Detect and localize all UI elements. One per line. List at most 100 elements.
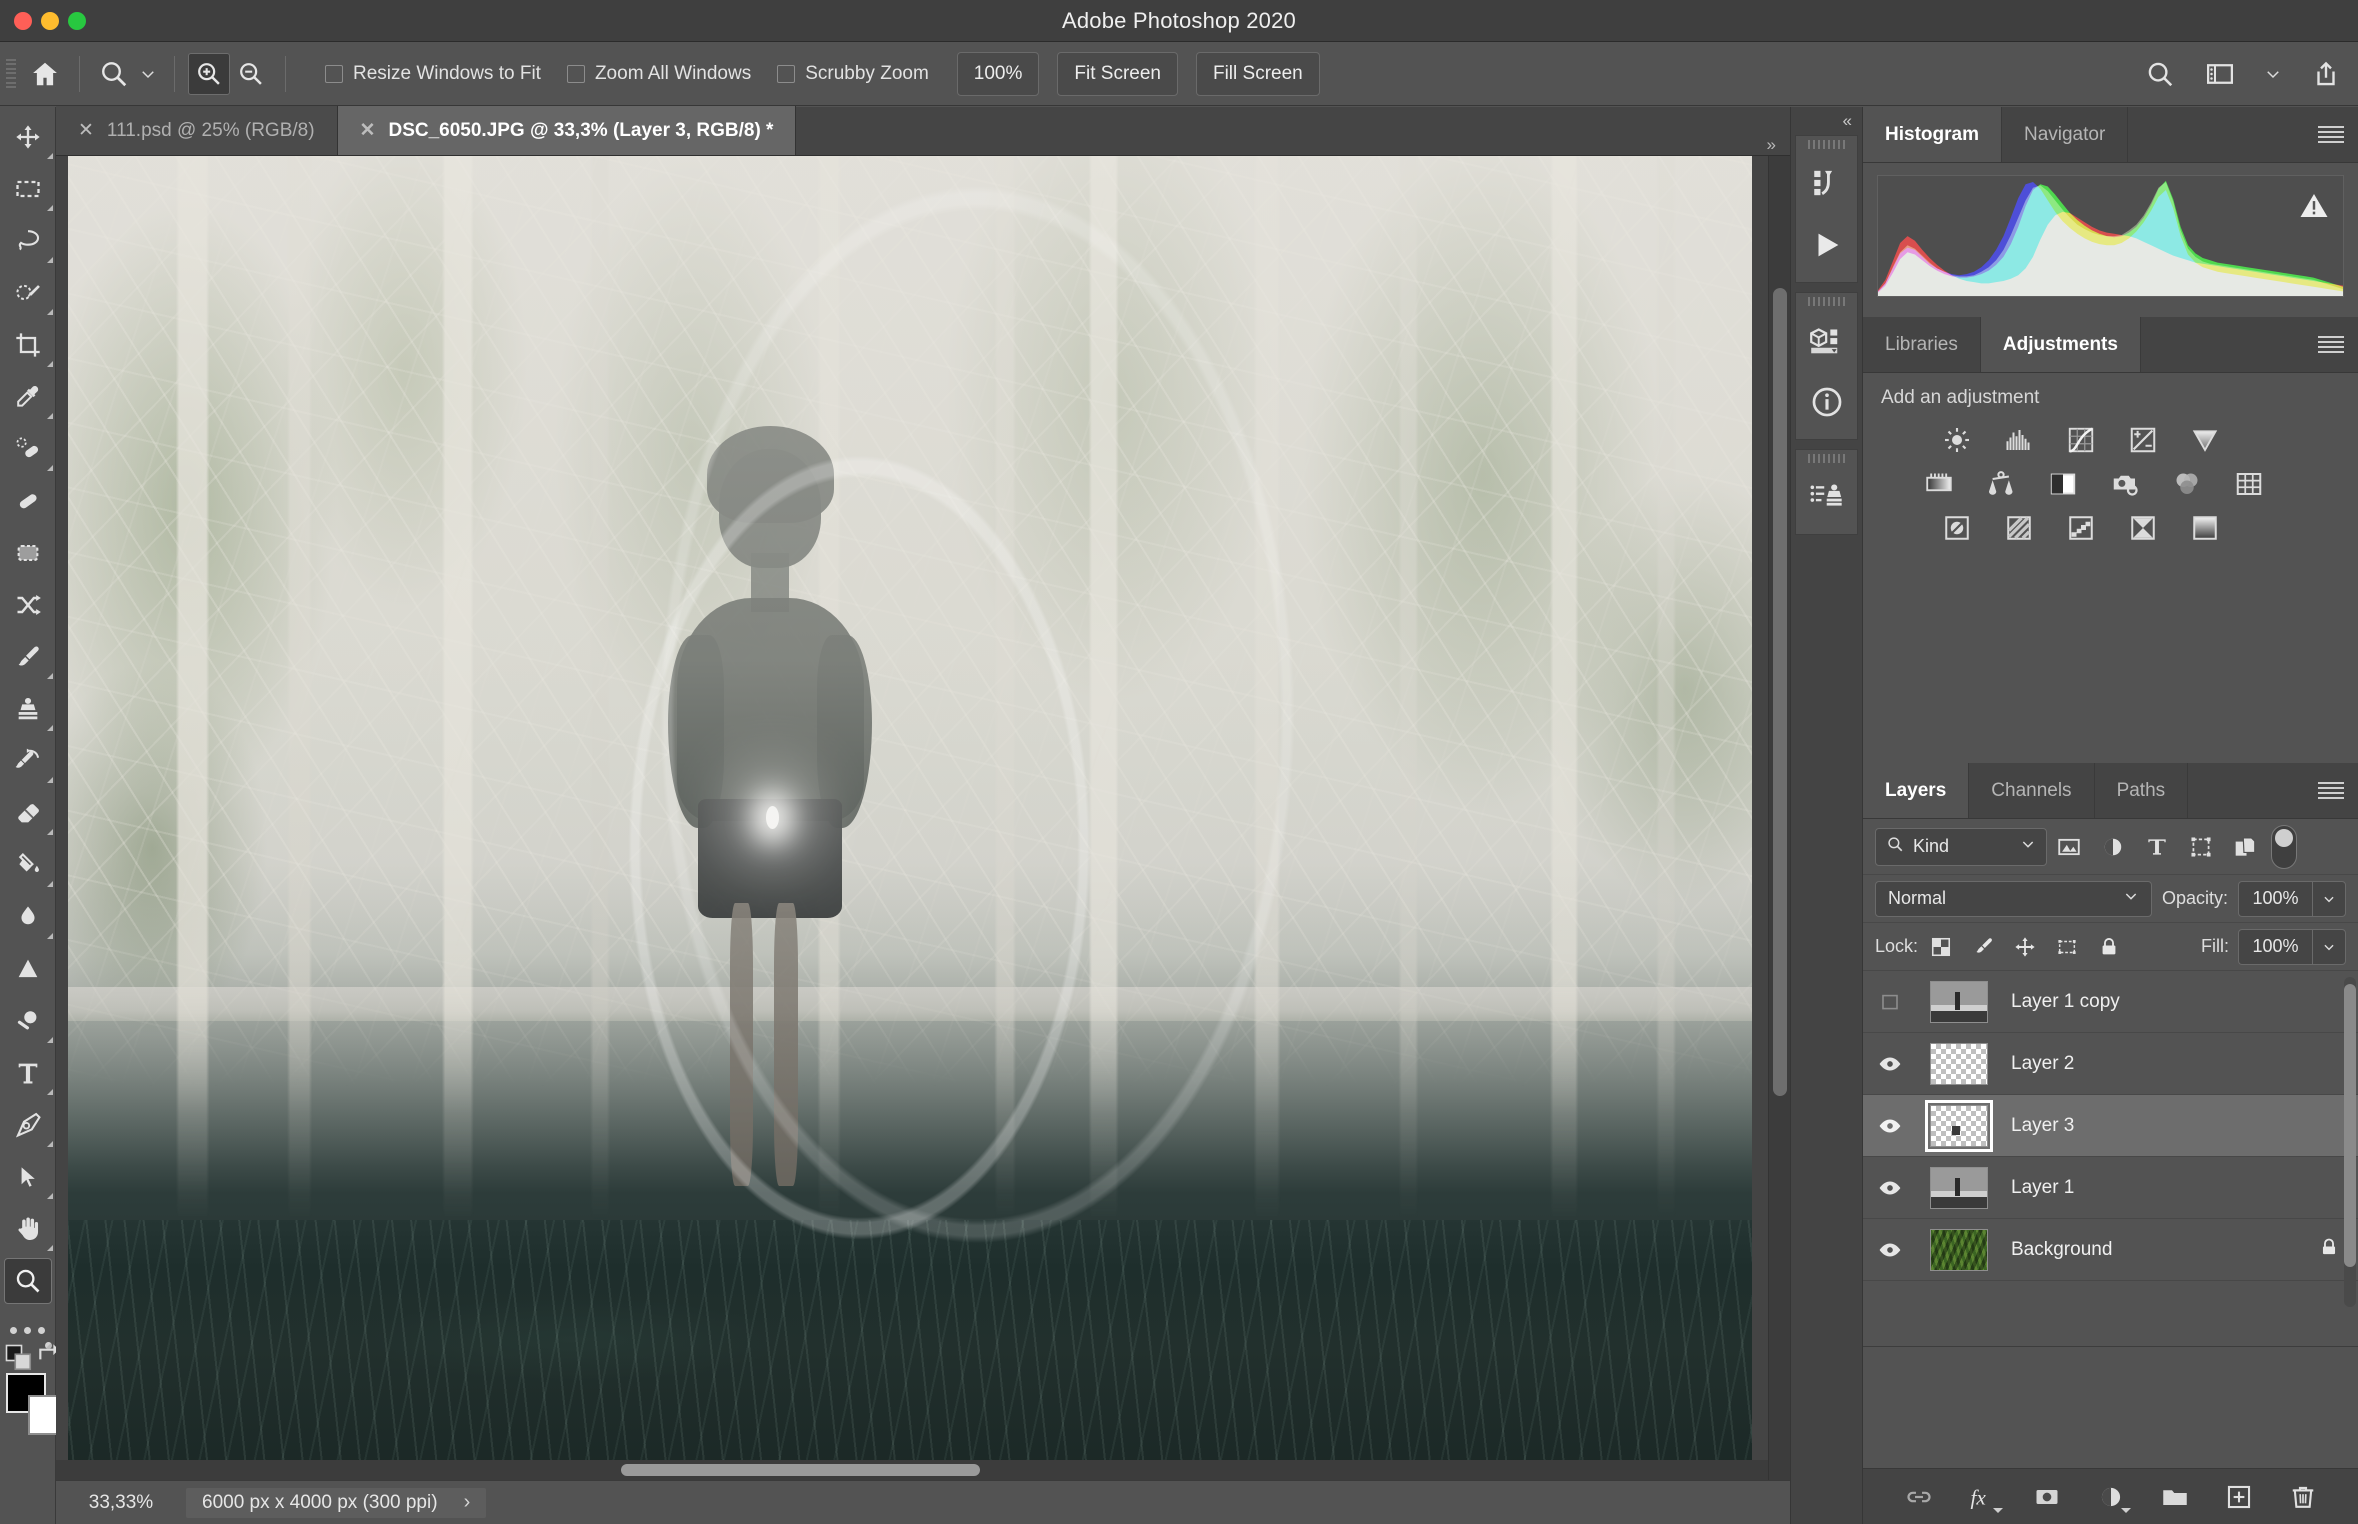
hand-tool[interactable] xyxy=(0,1203,56,1255)
tab-channels[interactable]: Channels xyxy=(1969,763,2095,818)
resize-windows-to-fit-checkbox[interactable]: Resize Windows to Fit xyxy=(325,63,541,85)
black-white-icon[interactable] xyxy=(2045,467,2081,501)
zoom-in-icon[interactable] xyxy=(188,52,230,95)
patch-tool[interactable] xyxy=(0,475,56,527)
layer-visibility-toggle[interactable] xyxy=(1863,1113,1917,1139)
info-icon[interactable] xyxy=(1796,371,1857,433)
blend-mode-select[interactable]: Normal xyxy=(1875,880,2152,917)
share-icon[interactable] xyxy=(2306,53,2346,95)
add-layer-mask-icon[interactable] xyxy=(2025,1477,2069,1517)
layer-thumbnail[interactable] xyxy=(1917,980,2001,1023)
layer-list[interactable]: Layer 1 copy Layer 2 Layer 3 Layer 1 Bac… xyxy=(1863,971,2358,1347)
opacity-value[interactable]: 100% xyxy=(2238,880,2312,917)
filter-type-icon[interactable] xyxy=(2135,827,2179,867)
panel-menu-icon[interactable] xyxy=(2318,781,2344,800)
layer-visibility-toggle[interactable] xyxy=(1863,1051,1917,1077)
move-tool[interactable] xyxy=(0,111,56,163)
workspace-icon[interactable] xyxy=(2200,53,2240,95)
horizontal-scrollbar-thumb[interactable] xyxy=(620,1464,981,1476)
cached-data-warning-icon[interactable] xyxy=(2299,192,2329,224)
table-row[interactable]: Background xyxy=(1863,1219,2358,1281)
panel-menu-icon[interactable] xyxy=(2318,335,2344,354)
threshold-icon[interactable] xyxy=(2063,511,2099,545)
canvas-horizontal-scrollbar[interactable] xyxy=(56,1460,1768,1480)
paint-bucket-tool[interactable] xyxy=(0,839,56,891)
clone-stamp-tool[interactable] xyxy=(0,683,56,735)
layer-name[interactable]: Layer 1 copy xyxy=(2011,991,2120,1013)
brightness-contrast-icon[interactable] xyxy=(1939,423,1975,457)
photo-filter-icon[interactable] xyxy=(2107,467,2143,501)
burn-tool[interactable] xyxy=(0,995,56,1047)
fill-chevron-down-icon[interactable] xyxy=(2312,928,2346,965)
lock-artboard-icon[interactable] xyxy=(2048,928,2086,966)
canvas-area[interactable] xyxy=(56,156,1790,1480)
status-zoom-level[interactable]: 33,33% xyxy=(56,1492,186,1514)
color-lookup-icon[interactable] xyxy=(2231,467,2267,501)
levels-icon[interactable] xyxy=(2001,423,2037,457)
filter-smart-object-icon[interactable] xyxy=(2223,827,2267,867)
chevron-down-icon[interactable] xyxy=(2020,836,2036,857)
gradient-map-icon[interactable] xyxy=(2125,511,2161,545)
add-layer-style-icon[interactable]: fx xyxy=(1961,1477,2005,1517)
filter-kind-select[interactable]: Kind xyxy=(1875,827,2047,866)
options-bar-grip[interactable] xyxy=(6,56,16,92)
document-tab-dsc6050[interactable]: ✕ DSC_6050.JPG @ 33,3% (Layer 3, RGB/8) … xyxy=(337,106,797,155)
layer-thumbnail[interactable] xyxy=(1917,1228,2001,1271)
filter-adjustment-icon[interactable] xyxy=(2091,827,2135,867)
pen-tool[interactable] xyxy=(0,1099,56,1151)
tab-overflow-icon[interactable]: » xyxy=(1767,135,1790,155)
quick-selection-tool[interactable] xyxy=(0,267,56,319)
zoom-out-icon[interactable] xyxy=(230,53,272,95)
crop-tool[interactable] xyxy=(0,319,56,371)
tool-preset-chevron-down-icon[interactable] xyxy=(135,53,161,95)
zoom-all-windows-checkbox[interactable]: Zoom All Windows xyxy=(566,63,751,85)
type-tool[interactable] xyxy=(0,1047,56,1099)
scrubby-zoom-checkbox[interactable]: Scrubby Zoom xyxy=(777,63,929,85)
lock-all-icon[interactable] xyxy=(2090,928,2128,966)
fill-field[interactable]: 100% xyxy=(2238,928,2346,965)
new-adjustment-layer-icon[interactable] xyxy=(2089,1477,2133,1517)
layer-name[interactable]: Layer 3 xyxy=(2011,1115,2074,1137)
hue-saturation-icon[interactable] xyxy=(1921,467,1957,501)
lasso-tool[interactable] xyxy=(0,215,56,267)
blur-tool[interactable] xyxy=(0,891,56,943)
filter-pixel-icon[interactable] xyxy=(2047,827,2091,867)
brush-tool[interactable] xyxy=(0,631,56,683)
tab-adjustments[interactable]: Adjustments xyxy=(1980,317,2141,372)
zoom-tool[interactable] xyxy=(0,1255,56,1307)
new-group-icon[interactable] xyxy=(2153,1477,2197,1517)
status-expand-arrow-icon[interactable]: › xyxy=(464,1491,471,1514)
link-layers-icon[interactable] xyxy=(1897,1477,1941,1517)
document-canvas[interactable] xyxy=(68,156,1752,1480)
layer-thumbnail[interactable] xyxy=(1917,1166,2001,1209)
eraser-tool[interactable] xyxy=(0,787,56,839)
history-icon[interactable] xyxy=(1796,152,1857,214)
color-balance-icon[interactable] xyxy=(1983,467,2019,501)
table-row[interactable]: Layer 1 xyxy=(1863,1157,2358,1219)
new-layer-icon[interactable] xyxy=(2217,1477,2261,1517)
filter-enable-toggle[interactable] xyxy=(2271,824,2297,869)
fill-screen-button[interactable]: Fill Screen xyxy=(1195,51,1320,96)
path-selection-tool[interactable] xyxy=(0,1151,56,1203)
checkbox-box[interactable] xyxy=(325,64,343,83)
lock-image-pixels-icon[interactable] xyxy=(1964,928,2002,966)
zoom-percent-button[interactable]: 100% xyxy=(956,51,1040,96)
close-icon[interactable]: ✕ xyxy=(360,121,376,140)
layer-visibility-toggle[interactable] xyxy=(1863,1237,1917,1263)
shuffle-tool[interactable] xyxy=(0,579,56,631)
vibrance-icon[interactable] xyxy=(2187,423,2223,457)
panel-grip[interactable] xyxy=(1796,293,1857,309)
table-row[interactable]: Layer 1 copy xyxy=(1863,971,2358,1033)
layer-list-scrollbar-thumb[interactable] xyxy=(2344,983,2356,1268)
panel-grip[interactable] xyxy=(1796,450,1857,466)
opacity-field[interactable]: 100% xyxy=(2238,880,2346,917)
3d-icon[interactable] xyxy=(1796,309,1857,371)
history-brush-tool[interactable] xyxy=(0,735,56,787)
workspace-chevron-down-icon[interactable] xyxy=(2260,53,2286,95)
tab-paths[interactable]: Paths xyxy=(2095,763,2189,818)
delete-layer-icon[interactable] xyxy=(2281,1477,2325,1517)
layer-thumbnail[interactable] xyxy=(1917,1099,2001,1152)
exposure-icon[interactable] xyxy=(2125,423,2161,457)
status-document-info[interactable]: 6000 px x 4000 px (300 ppi) › xyxy=(186,1487,487,1518)
clone-source-icon[interactable] xyxy=(1796,466,1857,528)
